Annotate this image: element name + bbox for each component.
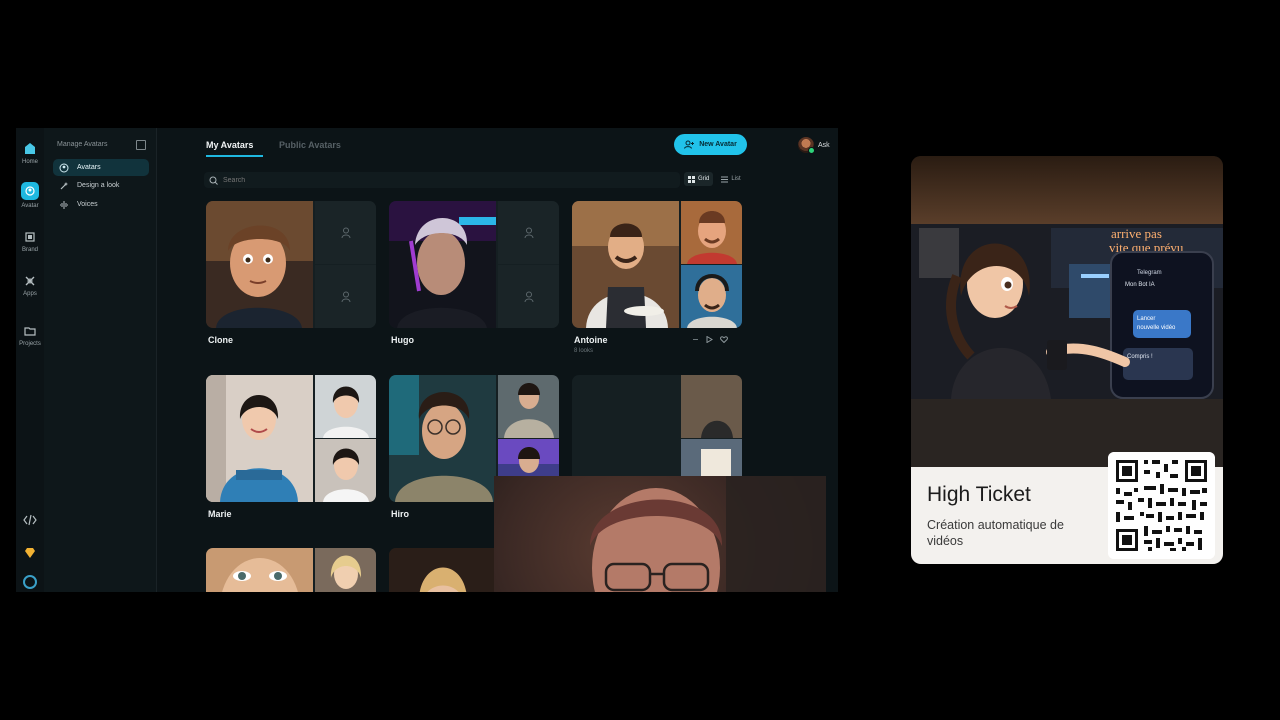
- webcam-overlay: [494, 476, 826, 592]
- grid-icon: [688, 175, 695, 183]
- avatar-image: [389, 548, 496, 592]
- avatar-name: Marie: [208, 509, 232, 519]
- home-icon: [25, 143, 35, 154]
- tab-my-avatars[interactable]: My Avatars: [206, 140, 253, 150]
- user-placeholder-icon: [341, 291, 350, 302]
- avatar-card-marie[interactable]: Marie: [206, 375, 376, 519]
- sidebar-title: Manage Avatars: [57, 141, 108, 148]
- rail-item-home[interactable]: Home: [16, 142, 44, 165]
- code-icon[interactable]: [23, 514, 37, 526]
- avatar-look-image: [681, 201, 742, 264]
- brand-icon: [25, 232, 35, 242]
- avatar: [798, 137, 815, 154]
- looks-count: 8 looks: [574, 348, 594, 354]
- avatar-icon: [25, 186, 35, 196]
- presenter-video: [590, 476, 826, 592]
- view-toggle: Grid List: [684, 172, 746, 188]
- rail-item-projects[interactable]: Projects: [16, 324, 44, 347]
- nav-rail: Home Avatar Brand Apps Projects: [16, 128, 45, 592]
- avatar-name: Hugo: [391, 335, 414, 345]
- list-view-button[interactable]: List: [717, 172, 744, 186]
- search-input[interactable]: [223, 176, 423, 184]
- avatar-image: [389, 375, 496, 502]
- empty-look-slot[interactable]: [315, 201, 376, 264]
- avatar-name: Antoine: [574, 335, 608, 345]
- avatar-look-image: [498, 375, 559, 438]
- diamond-icon[interactable]: [24, 548, 36, 558]
- promo-label: High Ticket Création automatique de vidé…: [911, 452, 1223, 564]
- qr-code[interactable]: [1108, 452, 1215, 559]
- avatar-card-hugo[interactable]: Hugo: [389, 201, 559, 345]
- avatar-look-image: [681, 375, 742, 438]
- avatar-image: [572, 201, 679, 328]
- avatar-name: Clone: [208, 335, 234, 345]
- tab-public-avatars[interactable]: Public Avatars: [279, 140, 341, 150]
- card-actions: [692, 336, 728, 343]
- rail-item-avatar[interactable]: Avatar: [16, 182, 44, 209]
- search-icon: [209, 176, 218, 185]
- sidebar: Manage Avatars Avatars Design a look Voi…: [44, 128, 157, 592]
- avatar-look-image: [315, 439, 376, 502]
- promo-image: arrive pas vite que prévu Telegram Mon B…: [911, 156, 1223, 467]
- svg-text:nouvelle vidéo: nouvelle vidéo: [1137, 325, 1176, 331]
- avatar-card-row3-1[interactable]: [206, 548, 376, 592]
- neon-sign-text: arrive pas: [1111, 226, 1162, 241]
- active-tab-indicator: [206, 155, 263, 157]
- phone-message-1: Lancer: [1137, 316, 1155, 322]
- avatar-image: [206, 201, 313, 328]
- empty-look-slot[interactable]: [498, 201, 559, 264]
- empty-look-slot[interactable]: [315, 265, 376, 328]
- play-icon[interactable]: [706, 336, 713, 343]
- add-user-icon: [684, 140, 695, 149]
- rail-item-brand[interactable]: Brand: [16, 230, 44, 253]
- promo-card[interactable]: arrive pas vite que prévu Telegram Mon B…: [911, 156, 1223, 564]
- sidebar-item-voices[interactable]: Voices: [53, 196, 149, 213]
- avatar-manager-app: Home Avatar Brand Apps Projects Manage A…: [16, 128, 838, 592]
- heart-icon[interactable]: [720, 336, 728, 343]
- avatar-image: [206, 548, 313, 592]
- user-placeholder-icon: [341, 227, 350, 238]
- voice-icon: [59, 200, 69, 210]
- user-placeholder-icon: [524, 227, 533, 238]
- avatar-look-image: [315, 548, 376, 592]
- avatar-card-clone[interactable]: Clone: [206, 201, 376, 345]
- avatar-look-image: [315, 375, 376, 438]
- avatar-image: [389, 201, 496, 328]
- list-icon: [721, 176, 729, 182]
- phone-message-2: Compris !: [1127, 354, 1153, 360]
- promo-title: High Ticket: [927, 483, 1031, 506]
- search-bar: [204, 172, 680, 188]
- sidebar-item-avatars[interactable]: Avatars: [53, 159, 149, 176]
- grid-view-button[interactable]: Grid: [684, 172, 714, 186]
- folder-icon: [24, 327, 36, 336]
- avatar-look-image: [681, 265, 742, 328]
- apps-icon: [25, 276, 35, 286]
- sidebar-item-design-look[interactable]: Design a look: [53, 177, 149, 194]
- avatar-card-antoine[interactable]: Antoine 8 looks: [572, 201, 742, 354]
- wand-icon: [59, 181, 69, 191]
- phone-chat-name: Mon Bot IA: [1125, 282, 1155, 288]
- phone-app-name: Telegram: [1137, 270, 1162, 276]
- avatar-icon: [59, 163, 69, 173]
- empty-look-slot[interactable]: [498, 265, 559, 328]
- avatar-name: Hiro: [391, 509, 409, 519]
- sidebar-collapse-icon[interactable]: [136, 140, 146, 150]
- promo-subtitle: Création automatique de vidéos: [927, 518, 1064, 548]
- ask-button[interactable]: Ask: [798, 136, 838, 154]
- profile-ring-icon[interactable]: [22, 574, 38, 590]
- user-placeholder-icon: [524, 291, 533, 302]
- more-icon[interactable]: [692, 336, 699, 343]
- avatar-image: [206, 375, 313, 502]
- rail-item-apps[interactable]: Apps: [16, 274, 44, 297]
- new-avatar-button[interactable]: New Avatar: [674, 134, 747, 155]
